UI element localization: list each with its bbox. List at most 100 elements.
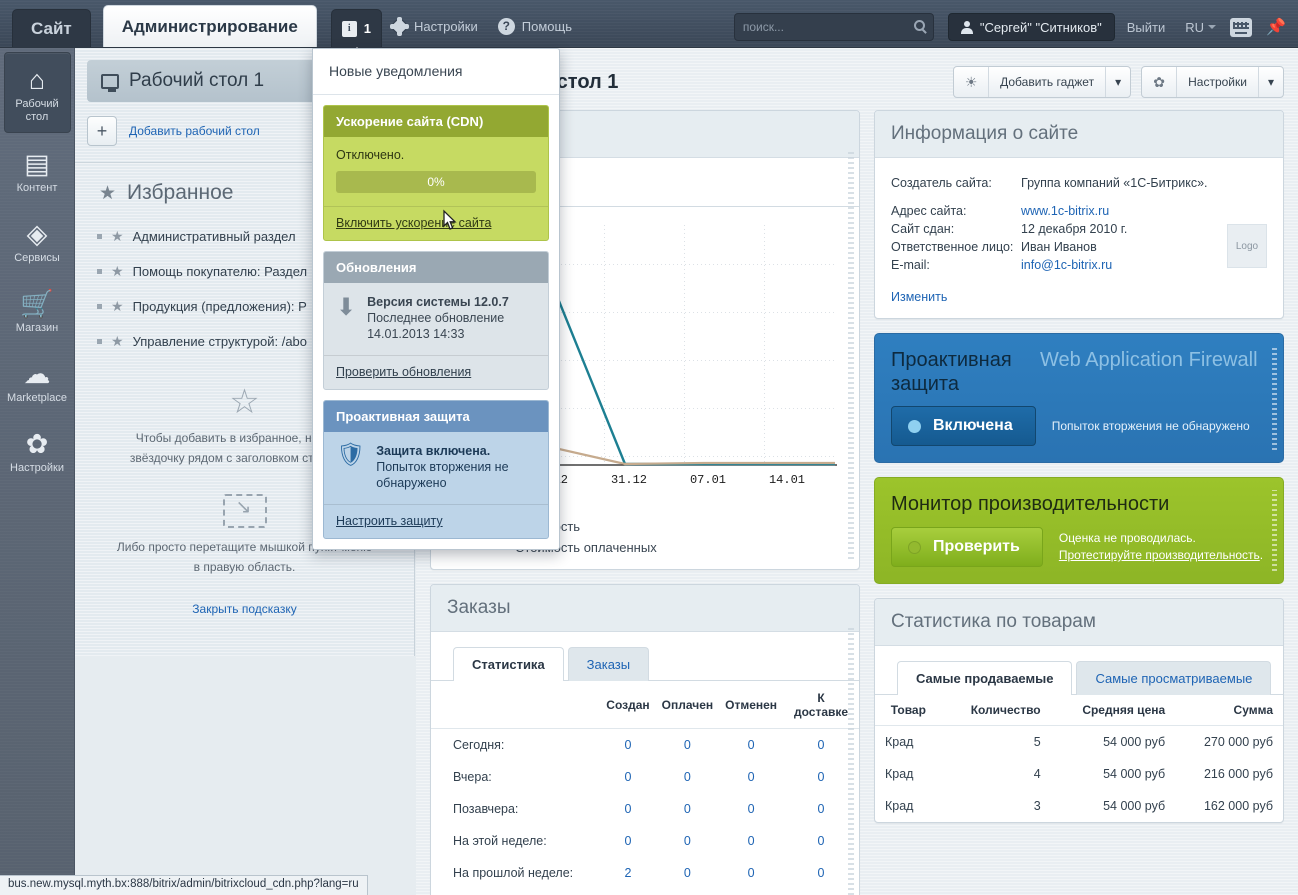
cell[interactable]: 2 xyxy=(600,857,655,889)
notifications-header: Новые уведомления xyxy=(313,49,559,95)
add-gadget-button[interactable]: ☀ Добавить гаджет ▾ xyxy=(953,66,1132,98)
settings-menu[interactable]: Настройки xyxy=(382,7,488,45)
star-icon[interactable]: ★ xyxy=(111,228,124,245)
status-dot-icon xyxy=(908,419,921,433)
performance-check-button[interactable]: Проверить xyxy=(891,527,1043,567)
sidebar-item-content[interactable]: ▤ Контент xyxy=(4,137,71,203)
performance-note: Оценка не проводилась. Протестируйте про… xyxy=(1059,530,1263,564)
cell[interactable]: 0 xyxy=(600,793,655,825)
sidebar-item-label: Магазин xyxy=(15,322,59,334)
help-menu[interactable]: ? Помощь xyxy=(488,7,582,45)
email-link[interactable]: info@1c-bitrix.ru xyxy=(1021,258,1112,272)
star-icon[interactable]: ★ xyxy=(111,298,124,315)
cell[interactable]: 0 xyxy=(600,825,655,857)
cell[interactable]: 0 xyxy=(656,729,719,762)
keyboard-icon[interactable] xyxy=(1230,17,1252,37)
site-info-body: Logo Создатель сайта: Группа компаний «1… xyxy=(875,158,1283,318)
plus-icon[interactable]: + xyxy=(87,116,117,146)
cloud-download-icon: ☁ xyxy=(23,358,51,389)
site-url-link[interactable]: www.1c-bitrix.ru xyxy=(1021,204,1109,218)
drag-handle[interactable] xyxy=(1272,346,1277,450)
performance-title: Монитор производительности xyxy=(891,493,1170,515)
x-tick-label: 31.12 xyxy=(611,473,647,487)
cell[interactable]: 0 xyxy=(719,729,783,762)
cell[interactable]: 0 xyxy=(600,761,655,793)
updates-card-footer: Проверить обновления xyxy=(324,355,548,389)
home-icon: ⌂ xyxy=(28,64,46,95)
close-hint-link[interactable]: Закрыть подсказку xyxy=(115,599,374,619)
info-value: 12 декабря 2010 г. xyxy=(1021,222,1128,236)
cell[interactable]: 0 xyxy=(719,825,783,857)
status-dot-icon xyxy=(908,540,921,554)
info-value: Группа компаний «1С-Битрикс». xyxy=(1021,176,1208,190)
user-icon xyxy=(960,20,973,34)
bulb-icon: ☀ xyxy=(964,73,978,90)
drag-handle[interactable] xyxy=(848,625,854,895)
check-updates-link[interactable]: Проверить обновления xyxy=(336,365,471,379)
product-qty: 5 xyxy=(1033,735,1041,749)
cell[interactable]: 0 xyxy=(656,857,719,889)
add-desktop-link[interactable]: Добавить рабочий стол xyxy=(129,124,260,138)
cell[interactable]: 0 xyxy=(656,793,719,825)
sidebar-item-desktop[interactable]: ⌂ Рабочий стол xyxy=(3,52,71,133)
sidebar-item-label: Контент xyxy=(16,182,58,194)
site-info-gadget: Информация о сайте Logo Создатель сайта:… xyxy=(874,110,1284,319)
cell[interactable]: 0 xyxy=(719,761,783,793)
cell[interactable]: 0 xyxy=(719,793,783,825)
search-icon[interactable] xyxy=(913,20,925,31)
notifications-body: Ускорение сайта (CDN) Отключено. 0% Вклю… xyxy=(313,95,559,549)
table-row: На этой неделе: 0 0 0 0 xyxy=(431,825,859,857)
settings-button[interactable]: ✿ Настройки ▾ xyxy=(1141,66,1284,98)
star-icon[interactable]: ★ xyxy=(111,333,124,350)
tab-orders[interactable]: Заказы xyxy=(567,647,650,681)
search-box[interactable] xyxy=(733,13,934,41)
info-label: E-mail: xyxy=(891,258,930,272)
sidebar-item-services[interactable]: ◈ Сервисы xyxy=(4,207,71,273)
pin-icon[interactable]: 📌 xyxy=(1266,17,1286,37)
table-row: На позапрошлой неделе: 0 0 0 0 xyxy=(431,889,859,895)
table-row: Крад 4 54 000 руб 216 000 руб xyxy=(875,758,1283,790)
waf-status-button[interactable]: Включена xyxy=(891,406,1036,446)
cell[interactable]: 0 xyxy=(600,729,655,762)
orders-table: Создан Оплачен Отменен К доставке Сегодн… xyxy=(431,681,859,895)
enable-cdn-link[interactable]: Включить ускорение сайта xyxy=(336,216,491,230)
user-menu-button[interactable]: "Сергей" "Ситников" xyxy=(947,13,1115,41)
row-label: На позапрошлой неделе: xyxy=(431,889,600,895)
logout-link[interactable]: Выйти xyxy=(1115,20,1178,35)
product-stats-gadget: Статистика по товарам Самые продаваемые … xyxy=(874,598,1284,823)
tab-best-selling[interactable]: Самые продаваемые xyxy=(897,661,1073,695)
drag-handle[interactable] xyxy=(1272,490,1277,571)
cell[interactable]: 0 xyxy=(656,825,719,857)
configure-security-link[interactable]: Настроить защиту xyxy=(336,514,443,528)
tab-site[interactable]: Сайт xyxy=(12,9,91,47)
notifications-button[interactable]: i 1 xyxy=(330,9,383,56)
tab-administration[interactable]: Администрирование xyxy=(102,5,317,47)
sidebar-item-settings[interactable]: ✿ Настройки xyxy=(4,417,71,483)
sidebar-item-shop[interactable]: 🛒 Магазин xyxy=(4,277,71,343)
sidebar-item-label: Сервисы xyxy=(14,252,60,264)
cell[interactable]: 0 xyxy=(656,761,719,793)
cell[interactable]: 0 xyxy=(600,889,655,895)
x-tick-label: 14.01 xyxy=(769,473,805,487)
sidebar-item-marketplace[interactable]: ☁ Marketplace xyxy=(4,347,71,413)
security-card-content: 🛡 Защита включена. Попыток вторжения не … xyxy=(324,432,548,504)
cell[interactable]: 0 xyxy=(719,889,783,895)
cell[interactable]: 0 xyxy=(719,857,783,889)
status-bar: bus.new.mysql.myth.bx:888/bitrix/admin/b… xyxy=(0,875,368,895)
star-icon[interactable]: ★ xyxy=(111,263,124,280)
tab-statistics[interactable]: Статистика xyxy=(453,647,564,681)
chevron-down-icon[interactable]: ▾ xyxy=(1105,67,1130,97)
performance-test-link[interactable]: Протестируйте производительность xyxy=(1059,548,1260,562)
column-header: Средняя цена xyxy=(1050,695,1176,726)
column-header xyxy=(431,681,601,729)
chevron-down-icon[interactable]: ▾ xyxy=(1257,67,1283,97)
column-header: Создан xyxy=(600,681,656,729)
search-input[interactable] xyxy=(742,20,911,34)
language-selector[interactable]: RU xyxy=(1177,20,1224,35)
bullet-icon xyxy=(97,269,102,274)
edit-link[interactable]: Изменить xyxy=(891,290,947,304)
desktop-tab-label: Рабочий стол 1 xyxy=(129,70,265,91)
cell[interactable]: 0 xyxy=(656,889,719,895)
sidebar-item-label: Настройки xyxy=(10,462,64,474)
tab-most-viewed[interactable]: Самые просматриваемые xyxy=(1076,661,1272,695)
